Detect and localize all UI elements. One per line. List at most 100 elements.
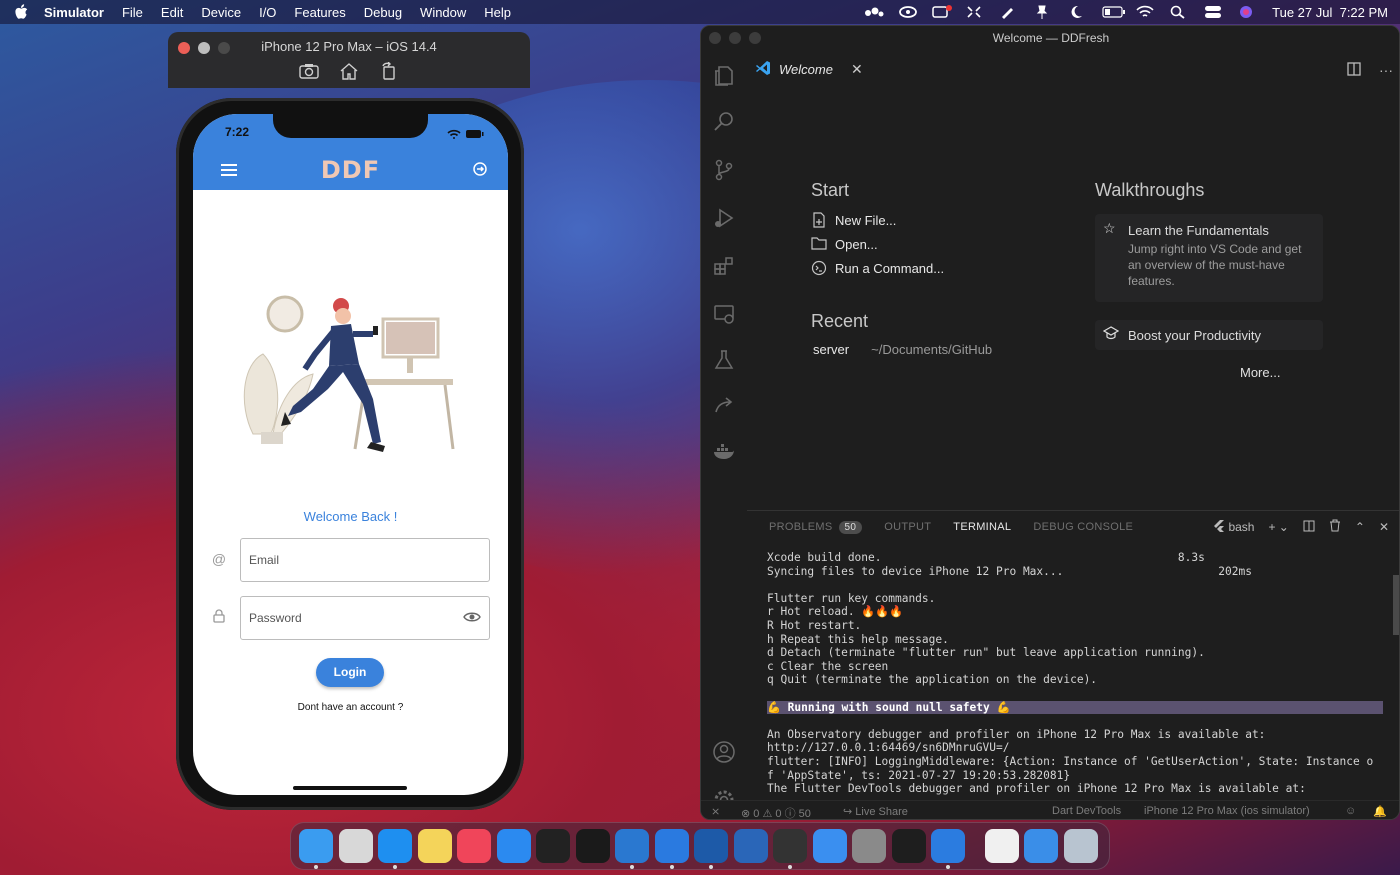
more-actions-icon[interactable]: ···	[1379, 62, 1393, 79]
dots-status-icon[interactable]	[864, 5, 884, 19]
tab-debug-console[interactable]: DEBUG CONSOLE	[1033, 521, 1133, 534]
r-icon[interactable]	[733, 829, 768, 863]
split-terminal-icon[interactable]	[1303, 520, 1315, 535]
pin-icon[interactable]	[1034, 5, 1052, 19]
simulator-title: iPhone 12 Pro Max – iOS 14.4	[261, 39, 437, 54]
menu-features[interactable]: Features	[294, 5, 345, 20]
menu-window[interactable]: Window	[420, 5, 466, 20]
terminal-scrollbar[interactable]	[1393, 575, 1399, 635]
profile-photo-icon[interactable]	[984, 829, 1019, 863]
close-panel-icon[interactable]: ✕	[1379, 520, 1389, 534]
source-control-icon[interactable]	[712, 158, 736, 182]
split-editor-icon[interactable]	[1347, 62, 1361, 79]
live-share-status[interactable]: ↪ Live Share	[843, 805, 908, 818]
notes-icon[interactable]	[417, 829, 452, 863]
control-center-icon[interactable]	[1204, 5, 1222, 19]
show-password-eye-icon[interactable]	[463, 611, 481, 625]
remote-indicator-icon[interactable]: ⨯	[711, 805, 720, 818]
recent-item[interactable]: server ~/Documents/GitHub	[813, 342, 992, 357]
camera-icon[interactable]	[299, 62, 319, 80]
system-preferences-icon[interactable]	[852, 829, 886, 863]
run-debug-icon[interactable]	[712, 206, 736, 230]
kill-terminal-trash-icon[interactable]	[1329, 519, 1341, 535]
siri-icon[interactable]	[1238, 5, 1256, 19]
login-button[interactable]: Login	[316, 658, 384, 687]
email-field[interactable]: Email	[240, 538, 490, 582]
terminal-shell-selector[interactable]: bash	[1214, 519, 1254, 535]
downloads-folder-icon[interactable]	[1024, 829, 1058, 863]
open-link[interactable]: Open...	[811, 236, 878, 252]
wifi-icon[interactable]	[1136, 5, 1154, 19]
extensions-icon[interactable]	[712, 254, 736, 278]
vscode-icon[interactable]	[654, 829, 689, 863]
menu-edit[interactable]: Edit	[161, 5, 183, 20]
claquette-icon[interactable]	[773, 829, 807, 863]
walkthrough-card-fundamentals[interactable]: ☆ Learn the Fundamentals Jump right into…	[1095, 214, 1323, 302]
terminal-line: r Hot reload. 🔥🔥🔥	[767, 605, 904, 619]
accounts-icon[interactable]	[712, 740, 736, 764]
expand-icon[interactable]	[966, 5, 984, 19]
tab-welcome[interactable]: Welcome ✕	[755, 60, 863, 79]
safari-icon[interactable]	[378, 829, 412, 863]
signup-link[interactable]: Dont have an account ?	[193, 702, 508, 713]
tab-output[interactable]: OUTPUT	[884, 521, 931, 534]
home-icon[interactable]	[339, 62, 359, 80]
walkthrough-card-productivity[interactable]: Boost your Productivity	[1095, 320, 1323, 350]
trash-icon[interactable]	[1063, 829, 1098, 863]
menu-file[interactable]: File	[122, 5, 143, 20]
notifications-bell-icon[interactable]: 🔔	[1373, 805, 1387, 818]
home-indicator[interactable]	[293, 786, 407, 790]
app-store-icon[interactable]	[496, 829, 531, 863]
spotlight-search-icon[interactable]	[1170, 5, 1188, 19]
feedback-icon[interactable]: ☺	[1345, 805, 1356, 817]
live-share-icon[interactable]	[712, 394, 736, 418]
new-file-link[interactable]: New File...	[811, 212, 896, 228]
menubar-clock[interactable]: Tue 27 Jul 7:22 PM	[1272, 5, 1388, 20]
simulator-icon[interactable]	[931, 829, 965, 863]
tab-problems[interactable]: PROBLEMS 50	[769, 521, 863, 534]
more-walkthroughs-link[interactable]: More...	[1240, 365, 1280, 380]
rotate-icon[interactable]	[379, 62, 399, 80]
maximize-panel-chevron-up-icon[interactable]: ⌃	[1355, 520, 1365, 534]
close-window-button[interactable]	[709, 32, 721, 44]
minimize-window-button[interactable]	[729, 32, 741, 44]
explorer-icon[interactable]	[712, 64, 736, 88]
music-icon[interactable]	[457, 829, 491, 863]
testing-flask-icon[interactable]	[712, 348, 736, 372]
device-selector-status[interactable]: iPhone 12 Pro Max (ios simulator)	[1144, 805, 1310, 817]
launchpad-icon[interactable]	[338, 829, 373, 863]
xcode-icon[interactable]	[615, 829, 649, 863]
battery-icon[interactable]	[1102, 5, 1126, 19]
moon-icon[interactable]	[1068, 5, 1086, 19]
password-field[interactable]: Password	[240, 596, 490, 640]
finder-icon[interactable]	[299, 829, 333, 863]
zoom-window-button[interactable]	[749, 32, 761, 44]
activity-monitor-icon[interactable]	[575, 829, 610, 863]
menu-io[interactable]: I/O	[259, 5, 276, 20]
new-terminal-icon[interactable]: + ⌄	[1268, 520, 1288, 534]
menu-app-name[interactable]: Simulator	[44, 5, 104, 20]
creative-cloud-icon[interactable]	[898, 5, 918, 19]
tab-terminal[interactable]: TERMINAL	[953, 521, 1011, 534]
search-icon[interactable]	[712, 110, 736, 134]
pen-tool-icon[interactable]	[1000, 5, 1018, 19]
terminal-line: Syncing files to device iPhone 12 Pro Ma…	[767, 564, 1252, 578]
terminal-output[interactable]: Xcode build done. 8.3s Syncing files to d…	[767, 551, 1383, 801]
close-tab-icon[interactable]: ✕	[851, 61, 863, 78]
remote-explorer-icon[interactable]	[712, 302, 736, 326]
menu-device[interactable]: Device	[201, 5, 241, 20]
sourcetree-icon[interactable]	[694, 829, 728, 863]
terminal-icon[interactable]	[536, 829, 570, 863]
dart-devtools-status[interactable]: Dart DevTools	[1052, 805, 1121, 817]
figma-icon[interactable]	[891, 829, 926, 863]
menu-help[interactable]: Help	[484, 5, 511, 20]
menu-debug[interactable]: Debug	[364, 5, 402, 20]
run-command-link[interactable]: Run a Command...	[811, 260, 944, 276]
logout-icon[interactable]	[472, 161, 488, 177]
welcome-heading: Welcome Back !	[303, 509, 398, 524]
messages-notification-icon[interactable]	[932, 5, 953, 19]
mail-icon[interactable]	[812, 829, 847, 863]
docker-icon[interactable]	[712, 440, 736, 464]
apple-menu-icon[interactable]	[12, 3, 30, 21]
problems-status[interactable]: ⊗ 0 ⚠ 0 ⓘ 50	[741, 805, 811, 819]
